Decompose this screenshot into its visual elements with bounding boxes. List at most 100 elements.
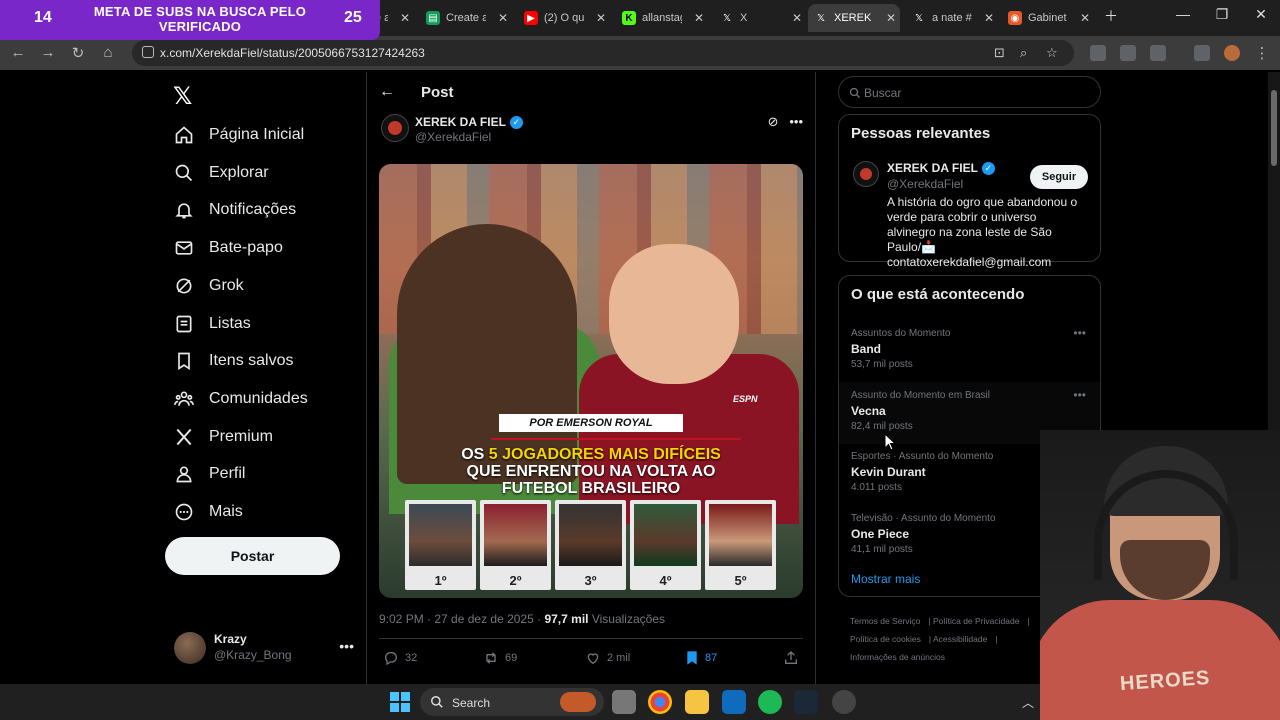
forward-arrow-icon[interactable]: → [38, 44, 58, 61]
post-button[interactable]: Postar [165, 537, 340, 575]
close-icon[interactable]: ✕ [694, 11, 704, 25]
more-dots-icon[interactable]: ••• [789, 114, 803, 129]
follow-button[interactable]: Seguir [1030, 165, 1088, 189]
close-icon[interactable]: ✕ [792, 11, 802, 25]
minimize-button[interactable]: — [1168, 6, 1198, 22]
chevron-up-icon[interactable]: ︿ [1022, 694, 1034, 711]
site-info-icon[interactable] [142, 46, 154, 58]
trend-name: Kevin Durant [851, 465, 926, 479]
more-dots-icon[interactable]: ••• [339, 638, 354, 654]
chrome-icon[interactable] [648, 690, 672, 714]
show-more-link[interactable]: Mostrar mais [851, 572, 920, 586]
goal-title: META DE SUBS NA BUSCA PELO VERIFICADO [93, 4, 307, 34]
x-logo[interactable]: 𝕏 [173, 82, 192, 111]
profile-avatar[interactable] [1224, 45, 1240, 61]
post-column: ← Post XEREK DA FIEL ✓ @XerekdaFiel ⊘ ••… [366, 72, 816, 692]
reply-button[interactable]: 32 [383, 650, 417, 666]
trend-item[interactable]: Assuntos do Momento Band 53,7 mil posts ••• [839, 320, 1100, 382]
post-image[interactable]: ESPN POR EMERSON ROYAL OS 5 JOGADORES MA… [379, 164, 803, 598]
folder-icon[interactable] [685, 690, 709, 714]
taskbar-search[interactable]: Search [420, 688, 604, 716]
spotify-icon[interactable] [758, 690, 782, 714]
browser-tab[interactable]: K allanstag ✕ [616, 6, 708, 30]
zoom-icon[interactable]: ⌕ [1020, 45, 1027, 61]
author-handle[interactable]: @XerekdaFiel [415, 130, 491, 144]
browser-tab[interactable]: 𝕏 a nate # ✕ [906, 6, 998, 30]
nav-item-grok[interactable]: Grok [174, 271, 244, 301]
new-tab-button[interactable]: ＋ [1096, 6, 1126, 26]
close-icon[interactable]: ✕ [984, 11, 994, 25]
close-icon[interactable]: ✕ [886, 11, 896, 25]
close-icon[interactable]: ✕ [400, 11, 410, 25]
post-actions: 32 69 2 mil 87 [379, 650, 803, 670]
share-button[interactable] [783, 650, 805, 666]
browser-tab[interactable]: 𝕏 X ✕ [714, 6, 806, 30]
install-icon[interactable]: ⊡ [994, 45, 1005, 61]
like-button[interactable]: 2 mil [585, 650, 630, 666]
windows-start-icon[interactable] [390, 692, 410, 712]
search-icon [849, 86, 861, 104]
url-field[interactable]: x.com/XerekdaFiel/status/200506675312742… [132, 40, 1074, 66]
x-icon: 𝕏 [816, 12, 826, 24]
star-icon[interactable]: ☆ [1046, 45, 1058, 61]
author-name[interactable]: XEREK DA FIEL ✓ [415, 115, 523, 129]
browser-tab[interactable]: ▶ (2) O qu ✕ [518, 6, 610, 30]
author-avatar[interactable] [381, 114, 409, 142]
bookmark-button[interactable]: 87 [685, 650, 717, 666]
account-switcher[interactable]: Krazy @Krazy_Bong ••• [174, 630, 354, 666]
repost-button[interactable]: 69 [483, 650, 517, 666]
avatar[interactable] [853, 161, 879, 187]
account-name: Krazy [214, 632, 247, 646]
back-arrow-icon[interactable]: ← [8, 44, 28, 61]
card-title: Pessoas relevantes [851, 125, 991, 142]
espn-watermark: ESPN [733, 394, 758, 404]
back-arrow-icon[interactable]: ← [379, 83, 395, 101]
nav-item-comunidades[interactable]: Comunidades [174, 384, 308, 414]
task-view-icon[interactable] [612, 690, 636, 714]
nav-item-notificações[interactable]: Notificações [174, 195, 296, 225]
nav-item-itens-salvos[interactable]: Itens salvos [174, 346, 293, 376]
extension-icon[interactable] [1090, 45, 1106, 61]
grok-icon[interactable]: ⊘ [768, 114, 779, 129]
repost-icon [483, 650, 499, 666]
relevant-bio: A história do ogro que abandonou o verde… [887, 195, 1078, 269]
extension-icon[interactable] [1120, 45, 1136, 61]
nav-item-bate-papo[interactable]: Bate-papo [174, 233, 283, 263]
steam-icon[interactable] [794, 690, 818, 714]
search-input[interactable]: Buscar [838, 76, 1101, 108]
stream-goal-banner: 14 META DE SUBS NA BUSCA PELO VERIFICADO… [0, 0, 380, 40]
x-icon: 𝕏 [722, 12, 732, 24]
nav-item-premium[interactable]: Premium [174, 422, 273, 452]
bookmark-filled-icon [685, 650, 699, 666]
nav-item-perfil[interactable]: Perfil [174, 459, 245, 489]
nav-item-mais[interactable]: Mais [174, 497, 243, 527]
close-window-button[interactable]: ✕ [1246, 6, 1276, 23]
nav-item-página-inicial[interactable]: Página Inicial [174, 120, 304, 150]
view-count: 97,7 mil [544, 612, 589, 626]
obs-icon[interactable] [832, 690, 856, 714]
puzzle-icon[interactable] [1150, 45, 1166, 61]
browser-tab[interactable]: ▤ Create a ✕ [420, 6, 512, 30]
browser-tab[interactable]: ◉ Gabinet ✕ [1002, 6, 1094, 30]
post-timestamp[interactable]: 9:02 PM · 27 de dez de 2025 [379, 612, 534, 626]
store-icon[interactable] [722, 690, 746, 714]
reload-icon[interactable]: ↻ [68, 44, 88, 62]
relevant-name[interactable]: XEREK DA FIEL ✓ [887, 161, 995, 175]
url-text: x.com/XerekdaFiel/status/200506675312742… [160, 46, 425, 60]
home-icon[interactable]: ⌂ [98, 44, 118, 61]
sidebar-icon[interactable] [1194, 45, 1210, 61]
browser-tab-active[interactable]: 𝕏 XEREK D ✕ [808, 4, 900, 32]
close-icon[interactable]: ✕ [1080, 11, 1090, 25]
trend-post-count: 82,4 mil posts [851, 420, 913, 432]
close-icon[interactable]: ✕ [498, 11, 508, 25]
maximize-button[interactable]: ❐ [1207, 6, 1237, 23]
nav-item-listas[interactable]: Listas [174, 309, 251, 339]
more-dots-icon[interactable]: ••• [1073, 326, 1086, 340]
kebab-menu-icon[interactable]: ⋮ [1252, 44, 1272, 62]
trend-context: Esportes · Assunto do Momento [851, 451, 994, 462]
close-icon[interactable]: ✕ [596, 11, 606, 25]
relevant-handle[interactable]: @XerekdaFiel [887, 177, 963, 191]
nav-item-explorar[interactable]: Explorar [174, 158, 269, 188]
more-dots-icon[interactable]: ••• [1073, 388, 1086, 402]
player-card: 4º [630, 500, 701, 590]
